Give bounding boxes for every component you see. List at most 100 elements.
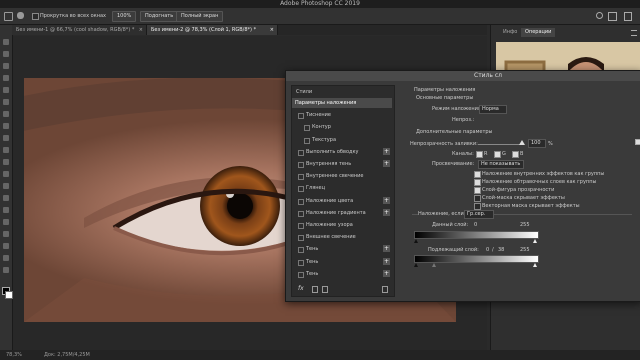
style-checkbox[interactable]	[298, 247, 304, 254]
style-checkbox[interactable]	[298, 198, 304, 205]
gradient-tool-icon[interactable]	[3, 171, 9, 177]
eyedropper-tool-icon[interactable]	[3, 99, 9, 105]
style-item[interactable]: Тень +	[292, 257, 392, 267]
add-effect-icon[interactable]: +	[383, 245, 390, 253]
search-icon[interactable]	[596, 12, 603, 19]
hand-tool-icon[interactable]	[3, 255, 9, 261]
add-effect-icon[interactable]: +	[383, 196, 390, 204]
style-checkbox[interactable]	[298, 259, 304, 266]
history-brush-tool-icon[interactable]	[3, 147, 9, 153]
channel-b-checkbox[interactable]	[512, 151, 519, 158]
move-tool-icon[interactable]	[3, 39, 9, 45]
tab-actions[interactable]: Операции	[521, 28, 556, 37]
underlying-white-slider[interactable]	[533, 263, 537, 267]
doc-tab-2[interactable]: Без имени-2 @ 78,3% (Слой 1, RGB/8*) * ×	[147, 25, 278, 35]
style-item[interactable]: Наложение цвета +	[292, 196, 392, 206]
path-select-tool-icon[interactable]	[3, 231, 9, 237]
style-item[interactable]: Контур	[292, 122, 392, 132]
preview-checkbox[interactable]	[635, 139, 640, 145]
style-checkbox[interactable]	[298, 271, 304, 278]
underlying-split-slider[interactable]	[432, 263, 436, 267]
style-item[interactable]: Внешнее свечение	[292, 232, 392, 242]
zoom-100-button[interactable]: 100%	[112, 11, 137, 22]
vector-mask-hides-checkbox[interactable]	[474, 203, 481, 210]
blend-if-select[interactable]: Гр.сер.	[464, 210, 494, 219]
doc-tab-1[interactable]: Без имени-1 @ 66,7% (cool shadow, RGB/8*…	[12, 25, 147, 35]
fx-icon[interactable]: fx	[298, 285, 304, 292]
type-tool-icon[interactable]	[3, 219, 9, 225]
add-effect-icon[interactable]: +	[383, 269, 390, 277]
hand-tool-icon[interactable]	[17, 12, 24, 19]
style-checkbox[interactable]	[298, 162, 304, 168]
healing-tool-icon[interactable]	[3, 111, 9, 117]
style-checkbox[interactable]	[298, 186, 304, 193]
channel-r-checkbox[interactable]	[476, 151, 483, 158]
style-item[interactable]: Тиснение	[292, 110, 392, 120]
quick-select-tool-icon[interactable]	[3, 75, 9, 81]
blur-tool-icon[interactable]	[3, 183, 9, 189]
blend-clipped-checkbox[interactable]	[474, 179, 481, 186]
underlying-layer-gradient-bar[interactable]	[414, 255, 539, 263]
stamp-tool-icon[interactable]	[3, 135, 9, 141]
style-checkbox[interactable]	[298, 235, 304, 242]
panel-menu-icon[interactable]	[631, 30, 637, 36]
layer-mask-hides-checkbox[interactable]	[474, 195, 481, 202]
dialog-title-bar[interactable]: Стиль сл	[286, 71, 640, 81]
fit-screen-button[interactable]: Подогнать	[140, 11, 179, 22]
blend-mode-select[interactable]: Норма	[479, 105, 507, 114]
style-item[interactable]: Параметры наложения	[292, 98, 392, 108]
tab-info[interactable]: Инфо	[499, 28, 521, 37]
style-checkbox[interactable]	[298, 113, 304, 120]
style-checkbox[interactable]	[298, 174, 304, 181]
close-icon[interactable]: ×	[270, 25, 274, 35]
move-down-icon[interactable]	[322, 286, 328, 293]
style-item[interactable]: Наложение узора	[292, 220, 392, 230]
this-layer-black-slider[interactable]	[414, 239, 418, 243]
background-color-swatch[interactable]	[5, 291, 13, 299]
add-effect-icon[interactable]: +	[383, 147, 390, 155]
brush-tool-icon[interactable]	[3, 123, 9, 129]
style-item[interactable]: Тень +	[292, 269, 392, 279]
workspace-icon[interactable]	[608, 12, 617, 21]
lasso-tool-icon[interactable]	[3, 63, 9, 69]
add-effect-icon[interactable]: +	[383, 160, 390, 167]
style-item[interactable]: Тень +	[292, 244, 392, 254]
scroll-all-checkbox[interactable]	[32, 13, 39, 20]
fullscreen-button[interactable]: Полный экран	[176, 11, 224, 22]
close-icon[interactable]: ×	[139, 25, 143, 35]
add-effect-icon[interactable]: +	[383, 257, 390, 265]
trash-icon[interactable]	[382, 286, 388, 293]
crop-tool-icon[interactable]	[3, 87, 9, 93]
style-item[interactable]: Текстура	[292, 135, 392, 145]
style-checkbox[interactable]	[304, 137, 310, 144]
fill-opacity-input[interactable]: 100	[528, 139, 546, 148]
transparency-shapes-checkbox[interactable]	[474, 187, 481, 194]
this-layer-gradient-bar[interactable]	[414, 231, 539, 239]
eraser-tool-icon[interactable]	[3, 159, 9, 165]
fill-opacity-slider-thumb[interactable]	[519, 140, 525, 145]
style-checkbox[interactable]	[304, 125, 310, 132]
blend-interior-checkbox[interactable]	[474, 171, 481, 178]
channel-g-checkbox[interactable]	[494, 151, 501, 158]
style-item[interactable]: Выполнить обводку +	[292, 147, 392, 157]
knockout-select[interactable]: Не показывать	[478, 160, 524, 169]
pen-tool-icon[interactable]	[3, 207, 9, 213]
shape-tool-icon[interactable]	[3, 243, 9, 249]
style-item[interactable]: Внутреннее свечение	[292, 171, 392, 181]
style-checkbox[interactable]	[298, 149, 304, 156]
marquee-tool-icon[interactable]	[3, 51, 9, 57]
move-up-icon[interactable]	[312, 286, 318, 293]
dodge-tool-icon[interactable]	[3, 195, 9, 201]
styles-header[interactable]: Стили	[296, 89, 312, 95]
style-checkbox[interactable]	[298, 223, 304, 229]
share-icon[interactable]	[624, 12, 632, 21]
zoom-tool-icon[interactable]	[3, 267, 9, 273]
this-layer-white-slider[interactable]	[533, 239, 537, 243]
add-effect-icon[interactable]: +	[383, 208, 390, 216]
style-item[interactable]: Глянец	[292, 183, 392, 193]
home-icon[interactable]	[4, 12, 13, 21]
style-checkbox[interactable]	[298, 210, 304, 217]
underlying-black-slider[interactable]	[414, 263, 418, 267]
style-item[interactable]: Внутренняя тень +	[292, 159, 392, 169]
style-item[interactable]: Наложение градиента +	[292, 208, 392, 218]
